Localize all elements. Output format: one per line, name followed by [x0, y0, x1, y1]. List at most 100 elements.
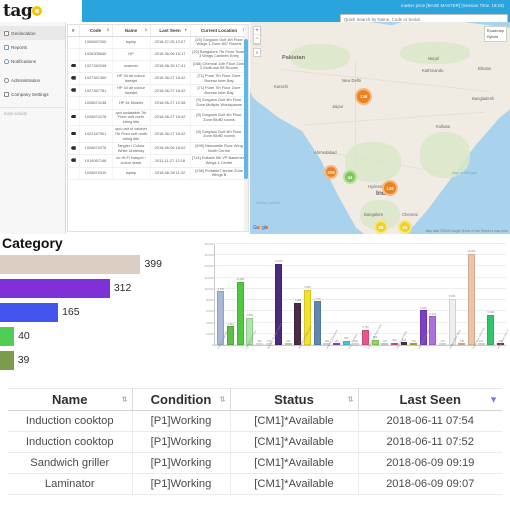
- column-header-last-seen[interactable]: Last Seen ▼: [358, 388, 502, 411]
- zoom-in-icon[interactable]: +: [254, 27, 260, 35]
- table-row[interactable]: 1026874310 laptop 2018-06-28 11:02 [138] Po…: [68, 167, 248, 180]
- category-bar-row[interactable]: 312: [0, 277, 190, 299]
- asset-col-header[interactable]: Current Location⇅: [190, 25, 248, 37]
- chart-bar[interactable]: [313, 301, 321, 345]
- chart-bar-column[interactable]: 2,750: [361, 244, 371, 345]
- chart-bar-column[interactable]: 190: [255, 244, 265, 345]
- sort-desc-icon[interactable]: ▼: [489, 395, 498, 404]
- chart-bar-column[interactable]: 360: [390, 244, 400, 345]
- geolocation-map[interactable]: Pakistan India Nepal Bhutan Bangladesh N…: [250, 22, 510, 234]
- sort-toggle-icon[interactable]: ⇅: [220, 396, 226, 403]
- chart-bar[interactable]: [458, 343, 466, 345]
- chart-bar-column[interactable]: 11,285: [235, 244, 245, 345]
- category-bar[interactable]: [0, 350, 14, 370]
- chart-bar-column[interactable]: 240: [283, 244, 293, 345]
- sort-toggle-icon[interactable]: ⇅: [106, 28, 109, 32]
- chart-bar-column[interactable]: 780: [341, 244, 351, 345]
- vertical-scrollbar[interactable]: [244, 25, 248, 231]
- chart-bar-column[interactable]: 5,400: [486, 244, 496, 345]
- map-cluster-marker[interactable]: 88: [374, 220, 388, 234]
- chart-bar-column[interactable]: 7,770: [312, 244, 322, 345]
- sort-toggle-icon[interactable]: ⇅: [348, 396, 354, 403]
- category-bar-row[interactable]: 40: [0, 325, 190, 347]
- chart-bar-column[interactable]: 170: [264, 244, 274, 345]
- table-row[interactable]: Sandwich griller [P1]Working [CM1]*Availab…: [8, 452, 502, 474]
- category-bar[interactable]: [0, 278, 110, 298]
- map-cluster-marker[interactable]: 98: [398, 220, 412, 234]
- table-row[interactable]: 1026874176 qcd undatable 7th Floor unit n…: [68, 109, 248, 127]
- chart-bar-column[interactable]: 9,540: [216, 244, 226, 345]
- column-header-status[interactable]: Status ⇅: [230, 388, 359, 411]
- sidebar-item-reports[interactable]: Reports: [0, 40, 65, 54]
- map-zoom-controls[interactable]: + −: [253, 26, 261, 44]
- category-bar[interactable]: [0, 254, 141, 274]
- table-row[interactable]: Induction cooktop [P1]Working [CM1]*Availa…: [8, 410, 502, 432]
- table-row[interactable]: 1026305640 HP 2018-06-06 16:17 [20] Bangalo…: [68, 48, 248, 61]
- asset-col-header[interactable]: Name ⇅: [112, 25, 151, 37]
- sort-desc-icon[interactable]: ▼: [184, 28, 188, 32]
- chart-bar[interactable]: [477, 343, 485, 345]
- chart-bar[interactable]: [236, 281, 244, 345]
- sidebar-item-company-settings[interactable]: Company Settings: [0, 87, 65, 101]
- chart-bar-column[interactable]: 8,251: [447, 244, 457, 345]
- chart-bar-column[interactable]: 16,300: [467, 244, 477, 345]
- chart-bar[interactable]: [284, 343, 292, 345]
- map-type-option-hybrid[interactable]: Hybrid: [487, 34, 504, 40]
- table-row[interactable]: Induction cooktop [P1]Working [CM1]*Availa…: [8, 431, 502, 453]
- table-row[interactable]: 1000697000 laptop 2018-07-05 12:07 [25] Gur…: [68, 36, 248, 49]
- chart-bar[interactable]: [410, 343, 418, 345]
- chart-bar[interactable]: [333, 343, 340, 345]
- asset-col-header[interactable]: Code ⇅: [79, 25, 113, 37]
- map-search-icon[interactable]: ⌕: [253, 48, 261, 57]
- chart-bar[interactable]: [255, 343, 263, 345]
- table-row[interactable]: 1026874138 HP 34 Models 2018-06-27 12:38 [9…: [68, 96, 248, 110]
- sidebar-item-geolocation[interactable]: Geolocation: [0, 26, 65, 40]
- chart-bar-column[interactable]: 510: [399, 244, 409, 345]
- table-row[interactable]: 1027367781 HP 34 air colour laserjet 2018-…: [68, 84, 248, 98]
- table-row[interactable]: 1026874276 Tangier / Colour White Underla…: [68, 142, 248, 156]
- chart-bar-column[interactable]: 120: [380, 244, 390, 345]
- asset-col-header[interactable]: Last Seen ▼: [150, 25, 191, 37]
- category-bar-row[interactable]: 399: [0, 253, 190, 275]
- map-type-selector[interactable]: Roadmap Hybrid: [483, 26, 507, 42]
- asset-col-label: #: [71, 27, 75, 33]
- column-header-name[interactable]: Name ⇅: [8, 388, 133, 411]
- chart-bar-column[interactable]: 7,488: [293, 244, 303, 345]
- chart-bar-column[interactable]: 330: [351, 244, 361, 345]
- table-row[interactable]: 1022167901 qcd unit of cabinet 7th Floor …: [68, 125, 248, 144]
- sidebar-item-notifications[interactable]: Notifications: [0, 54, 65, 68]
- chart-bar-column[interactable]: 230: [496, 244, 506, 345]
- map-cluster-marker[interactable]: 138: [355, 88, 372, 105]
- map-cluster-marker[interactable]: 44: [343, 170, 357, 184]
- category-bar[interactable]: [0, 326, 15, 346]
- map-cluster-marker[interactable]: 138: [382, 180, 398, 196]
- table-row[interactable]: Laminator [P1]Working [CM1]*Available 2018-…: [8, 473, 502, 495]
- chart-bar[interactable]: [381, 343, 389, 345]
- table-row[interactable]: 1027340248 scanner 2018-06-26 17:41 [148] C…: [68, 60, 248, 74]
- sidebar-item-administration[interactable]: Administration: [0, 73, 65, 87]
- table-row[interactable]: 1014067148 dc Hi-Fi hotspot / colour stac…: [68, 154, 248, 168]
- chart-bar-column[interactable]: 4,860: [245, 244, 255, 345]
- chart-bar[interactable]: [487, 314, 495, 345]
- map-country-label: Pakistan: [282, 55, 306, 61]
- map-city-label: Kathmandu: [422, 68, 444, 73]
- chart-bar-column[interactable]: 130: [409, 244, 419, 345]
- tag-icon: [70, 146, 76, 150]
- zoom-out-icon[interactable]: −: [254, 35, 260, 43]
- category-bar-row[interactable]: 165: [0, 301, 190, 323]
- brand-logo[interactable]: tag: [0, 0, 82, 22]
- chart-bar[interactable]: [294, 302, 302, 345]
- category-bar-row[interactable]: 39: [0, 349, 190, 371]
- scrollbar-thumb[interactable]: [244, 39, 248, 179]
- chart-bar[interactable]: [468, 253, 475, 345]
- chart-bar-column[interactable]: 180: [322, 244, 332, 345]
- chart-bar[interactable]: [439, 343, 447, 345]
- chart-bar-column[interactable]: 170: [438, 244, 448, 345]
- sort-toggle-icon[interactable]: ⇅: [122, 396, 128, 403]
- sort-toggle-icon[interactable]: ⇅: [144, 28, 147, 32]
- column-header-condition[interactable]: Condition ⇅: [132, 388, 231, 411]
- map-cluster-marker[interactable]: 209: [324, 165, 338, 179]
- table-row[interactable]: 1027367460 HP 34 air colour laserjet 2018-…: [68, 72, 248, 86]
- chart-bar[interactable]: [361, 329, 369, 345]
- category-bar[interactable]: [0, 302, 59, 322]
